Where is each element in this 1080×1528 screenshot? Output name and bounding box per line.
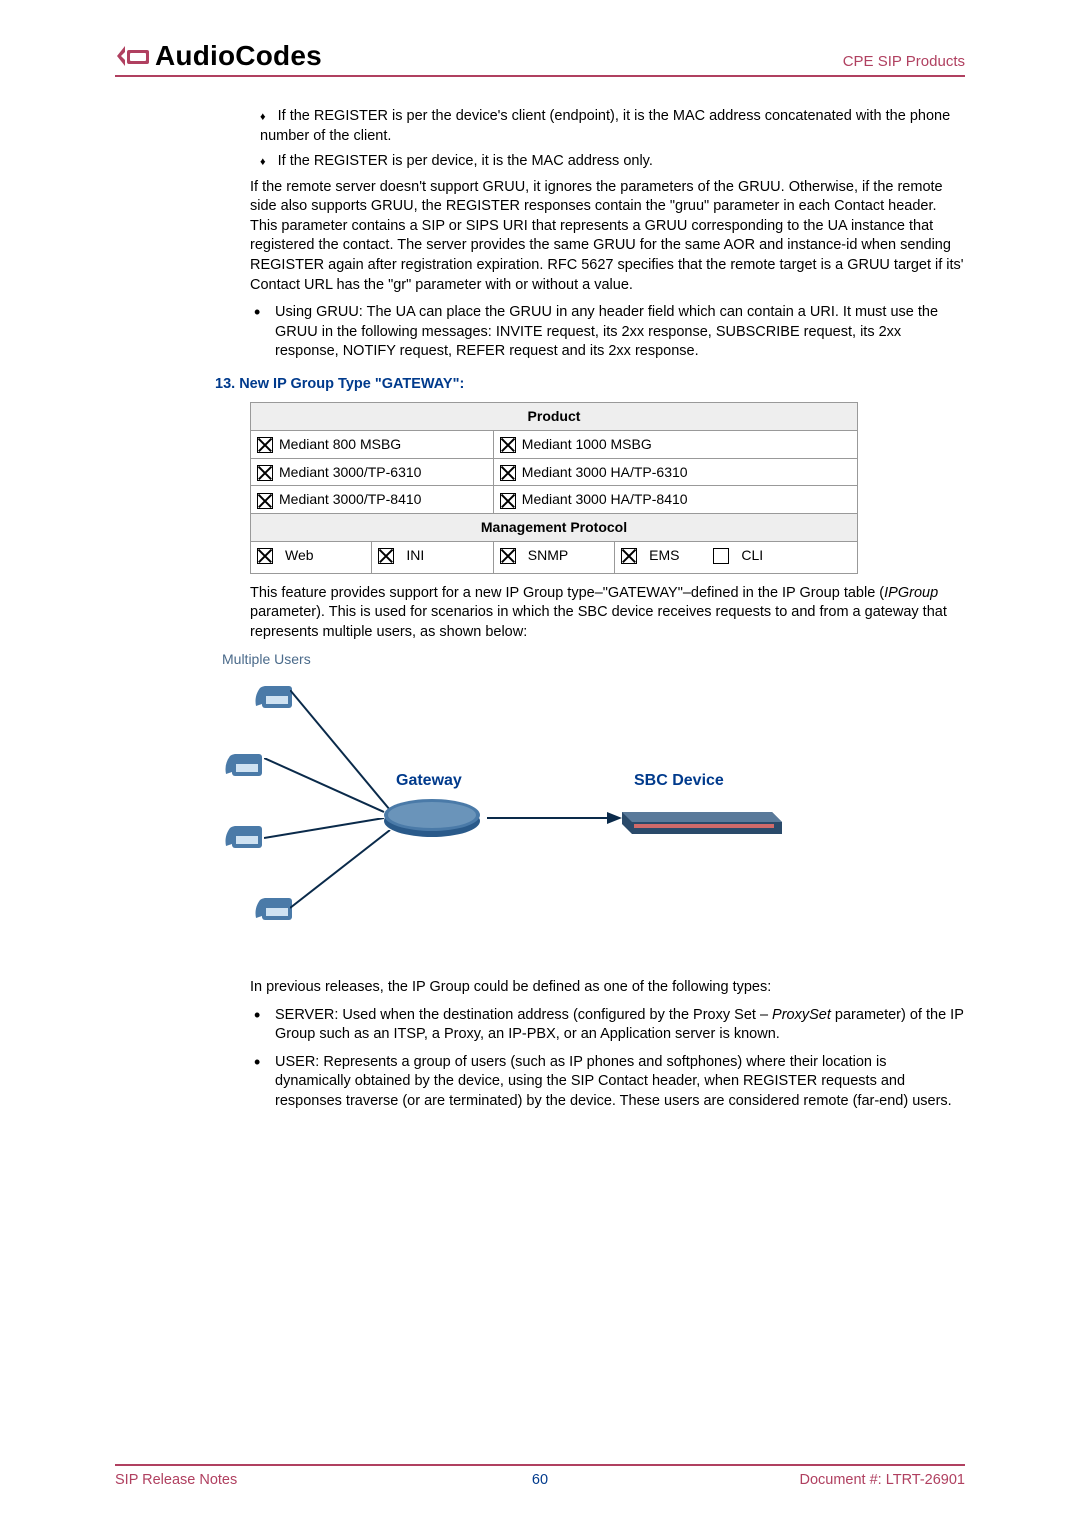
gateway-icon xyxy=(382,795,482,840)
bullet-register-client: If the REGISTER is per the device's clie… xyxy=(260,107,965,146)
checkbox-icon xyxy=(500,437,516,453)
checkbox-icon xyxy=(378,548,394,564)
page-footer: SIP Release Notes 60 Document #: LTRT-26… xyxy=(115,1464,965,1488)
connector-line-icon xyxy=(264,758,394,818)
server-type-item: SERVER: Used when the destination addres… xyxy=(250,1006,965,1045)
checkbox-icon xyxy=(257,493,273,509)
header-right-text: CPE SIP Products xyxy=(843,53,965,72)
section-number: 13. xyxy=(215,376,235,392)
checkbox-icon xyxy=(257,465,273,481)
gateway-label: Gateway xyxy=(396,770,462,792)
table-row: Mediant 3000/TP-8410 Mediant 3000 HA/TP-… xyxy=(251,486,858,514)
checkbox-icon xyxy=(500,465,516,481)
checkbox-icon xyxy=(713,548,729,564)
brand-name: AudioCodes xyxy=(155,40,322,72)
checkbox-icon xyxy=(621,548,637,564)
sbc-device-icon xyxy=(622,800,782,840)
arrow-right-icon xyxy=(487,808,627,828)
mgmt-row: Web INI SNMP EMS CLI xyxy=(251,542,858,573)
brand-mark-icon xyxy=(115,42,151,70)
feature-paragraph: This feature provides support for a new … xyxy=(250,584,965,643)
brand-logo: AudioCodes xyxy=(115,40,322,72)
table-row: Mediant 3000/TP-6310 Mediant 3000 HA/TP-… xyxy=(251,458,858,486)
previous-releases-paragraph: In previous releases, the IP Group could… xyxy=(250,978,965,998)
checkbox-icon xyxy=(257,437,273,453)
footer-right: Document #: LTRT-26901 xyxy=(800,1472,966,1488)
mgmt-header: Management Protocol xyxy=(251,514,858,542)
section-title: New IP Group Type "GATEWAY": xyxy=(239,376,464,392)
footer-left: SIP Release Notes xyxy=(115,1472,237,1488)
section-heading: 13. New IP Group Type "GATEWAY": xyxy=(215,376,965,392)
checkbox-icon xyxy=(500,493,516,509)
user-type-item: USER: Represents a group of users (such … xyxy=(250,1053,965,1112)
phone-icon xyxy=(222,746,266,782)
connector-line-icon xyxy=(290,830,400,910)
checkbox-icon xyxy=(257,548,273,564)
phone-icon xyxy=(222,818,266,854)
product-table: Product Mediant 800 MSBG Mediant 1000 MS… xyxy=(250,402,858,574)
product-header: Product xyxy=(251,402,858,430)
gateway-diagram: Multiple Users Gateway SBC Device xyxy=(222,650,862,960)
register-bullets: If the REGISTER is per the device's clie… xyxy=(250,107,965,172)
bullet-register-device: If the REGISTER is per device, it is the… xyxy=(260,152,965,172)
checkbox-icon xyxy=(500,548,516,564)
page-number: 60 xyxy=(532,1472,548,1488)
gruu-paragraph: If the remote server doesn't support GRU… xyxy=(250,178,965,295)
page-header: AudioCodes CPE SIP Products xyxy=(115,40,965,77)
multiple-users-label: Multiple Users xyxy=(222,650,311,669)
table-row: Mediant 800 MSBG Mediant 1000 MSBG xyxy=(251,430,858,458)
sbc-device-label: SBC Device xyxy=(634,770,724,792)
using-gruu-item: Using GRUU: The UA can place the GRUU in… xyxy=(250,303,965,362)
